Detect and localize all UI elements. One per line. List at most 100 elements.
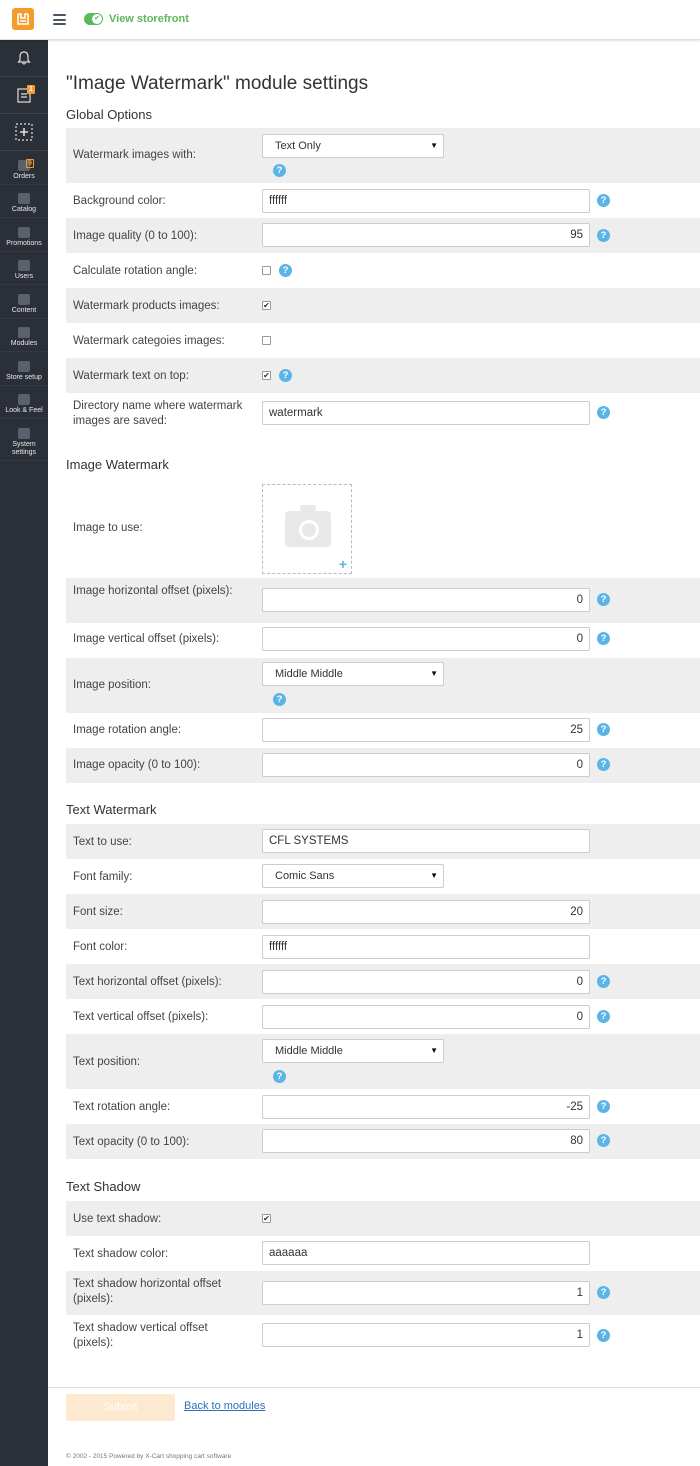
text-position-select[interactable]: Middle Middle ▼ bbox=[262, 1039, 444, 1063]
row-image-quality: Image quality (0 to 100): 95 ? bbox=[66, 218, 700, 253]
help-icon[interactable]: ? bbox=[597, 593, 610, 606]
help-icon[interactable]: ? bbox=[597, 229, 610, 242]
watermark-products-checkbox[interactable]: ✔ bbox=[262, 301, 271, 310]
shadow-h-offset-input[interactable]: 1 bbox=[262, 1281, 590, 1305]
image-h-offset-input[interactable]: 0 bbox=[262, 588, 590, 612]
row-font-family: Font family: Comic Sans ▼ bbox=[66, 859, 700, 894]
notifications-button[interactable] bbox=[0, 40, 48, 77]
help-icon[interactable]: ? bbox=[273, 164, 286, 177]
text-on-top-checkbox[interactable]: ✔ bbox=[262, 371, 271, 380]
text-to-use-input[interactable]: CFL SYSTEMS bbox=[262, 829, 590, 853]
watermark-with-select[interactable]: Text Only ▼ bbox=[262, 134, 444, 158]
use-shadow-checkbox[interactable]: ✔ bbox=[262, 1214, 271, 1223]
submit-button[interactable]: Submit bbox=[66, 1394, 175, 1421]
shadow-color-input[interactable]: aaaaaa bbox=[262, 1241, 590, 1265]
field-label: Calculate rotation angle: bbox=[73, 265, 198, 277]
font-family-select[interactable]: Comic Sans ▼ bbox=[262, 864, 444, 888]
row-image-h-offset: Image horizontal offset (pixels): 0 ? bbox=[66, 578, 700, 623]
sidebar-item-system-settings[interactable]: System settings bbox=[0, 419, 48, 461]
text-opacity-input[interactable]: 80 bbox=[262, 1129, 590, 1153]
field-label: Image vertical offset (pixels): bbox=[73, 633, 220, 645]
back-to-modules-link[interactable]: Back to modules bbox=[184, 1400, 265, 1412]
sidebar-item-promotions[interactable]: Promotions bbox=[0, 218, 48, 252]
row-image-to-use: Image to use: + bbox=[66, 478, 700, 578]
row-font-size: Font size: 20 bbox=[66, 894, 700, 929]
field-label: Font color: bbox=[73, 941, 128, 953]
shadow-v-offset-input[interactable]: 1 bbox=[262, 1323, 590, 1347]
field-label: Text horizontal offset (pixels): bbox=[73, 976, 222, 988]
row-image-rotation: Image rotation angle: 25 ? bbox=[66, 713, 700, 748]
directory-name-input[interactable]: watermark bbox=[262, 401, 590, 425]
help-icon[interactable]: ? bbox=[597, 1329, 610, 1342]
image-upload-box[interactable]: + bbox=[262, 484, 352, 574]
font-color-input[interactable]: ffffff bbox=[262, 935, 590, 959]
field-label: Use text shadow: bbox=[73, 1213, 162, 1225]
watermark-categories-checkbox[interactable] bbox=[262, 336, 271, 345]
text-rotation-input[interactable]: -25 bbox=[262, 1095, 590, 1119]
calculate-rotation-checkbox[interactable] bbox=[262, 266, 271, 275]
help-icon[interactable]: ? bbox=[597, 1100, 610, 1113]
image-quality-input[interactable]: 95 bbox=[262, 223, 590, 247]
field-label: Text shadow horizontal offset (pixels): bbox=[73, 1278, 222, 1305]
select-value: Comic Sans bbox=[275, 870, 335, 882]
sidebar-item-modules[interactable]: Modules bbox=[0, 319, 48, 352]
field-label: Image to use: bbox=[73, 522, 143, 534]
row-image-opacity: Image opacity (0 to 100): 0 ? bbox=[66, 748, 700, 783]
select-value: Middle Middle bbox=[275, 1045, 343, 1057]
field-label: Directory name where watermark images ar… bbox=[73, 400, 243, 427]
image-rotation-input[interactable]: 25 bbox=[262, 718, 590, 742]
bell-icon bbox=[17, 51, 31, 65]
help-icon[interactable]: ? bbox=[597, 632, 610, 645]
image-opacity-input[interactable]: 0 bbox=[262, 753, 590, 777]
help-icon[interactable]: ? bbox=[597, 758, 610, 771]
image-position-select[interactable]: Middle Middle ▼ bbox=[262, 662, 444, 686]
sidebar-item-store-setup[interactable]: Store setup bbox=[0, 352, 48, 386]
content-icon bbox=[18, 293, 30, 305]
help-icon[interactable]: ? bbox=[279, 264, 292, 277]
row-directory-name: Directory name where watermark images ar… bbox=[66, 393, 700, 438]
help-icon[interactable]: ? bbox=[279, 369, 292, 382]
background-color-input[interactable]: ffffff bbox=[262, 189, 590, 213]
help-icon[interactable]: ? bbox=[273, 693, 286, 706]
orders-badge: 9 bbox=[26, 159, 34, 168]
field-label: Text to use: bbox=[73, 836, 132, 848]
add-icon bbox=[15, 123, 33, 141]
select-value: Middle Middle bbox=[275, 668, 343, 680]
sidebar-item-label: Look & Feel bbox=[5, 407, 43, 414]
tasks-badge: 1 bbox=[27, 85, 35, 94]
sidebar-item-users[interactable]: Users bbox=[0, 252, 48, 285]
help-icon[interactable]: ? bbox=[597, 1134, 610, 1147]
sidebar-item-content[interactable]: Content bbox=[0, 285, 48, 319]
row-image-v-offset: Image vertical offset (pixels): 0 ? bbox=[66, 623, 700, 658]
image-v-offset-input[interactable]: 0 bbox=[262, 627, 590, 651]
users-icon bbox=[18, 260, 30, 271]
help-icon[interactable]: ? bbox=[597, 1010, 610, 1023]
field-label: Text position: bbox=[73, 1056, 141, 1068]
page-title: "Image Watermark" module settings bbox=[66, 73, 369, 94]
plus-icon[interactable]: + bbox=[339, 557, 347, 571]
help-icon[interactable]: ? bbox=[597, 406, 610, 419]
help-icon[interactable]: ? bbox=[597, 975, 610, 988]
sidebar-item-look-feel[interactable]: Look & Feel bbox=[0, 386, 48, 419]
row-text-position: Text position: Middle Middle ▼ ? bbox=[66, 1034, 700, 1089]
sidebar-item-orders[interactable]: 9 Orders bbox=[0, 151, 48, 185]
font-size-input[interactable]: 20 bbox=[262, 900, 590, 924]
promotions-icon bbox=[18, 226, 30, 238]
text-v-offset-input[interactable]: 0 bbox=[262, 1005, 590, 1029]
menu-icon[interactable] bbox=[53, 14, 66, 25]
row-shadow-h-offset: Text shadow horizontal offset (pixels): … bbox=[66, 1271, 700, 1315]
top-bar: ✔ View storefront bbox=[0, 0, 700, 40]
help-icon[interactable]: ? bbox=[273, 1070, 286, 1083]
quick-add-button[interactable] bbox=[0, 114, 48, 151]
sidebar-item-catalog[interactable]: Catalog bbox=[0, 185, 48, 218]
xcart-logo-icon[interactable] bbox=[12, 8, 34, 30]
sidebar-item-label: Modules bbox=[10, 340, 38, 347]
tasks-button[interactable]: 1 bbox=[0, 77, 48, 114]
text-h-offset-input[interactable]: 0 bbox=[262, 970, 590, 994]
help-icon[interactable]: ? bbox=[597, 723, 610, 736]
storefront-toggle[interactable]: ✔ bbox=[84, 13, 103, 25]
store-setup-icon bbox=[18, 360, 30, 372]
help-icon[interactable]: ? bbox=[597, 194, 610, 207]
view-storefront-link[interactable]: View storefront bbox=[109, 13, 189, 25]
help-icon[interactable]: ? bbox=[597, 1286, 610, 1299]
